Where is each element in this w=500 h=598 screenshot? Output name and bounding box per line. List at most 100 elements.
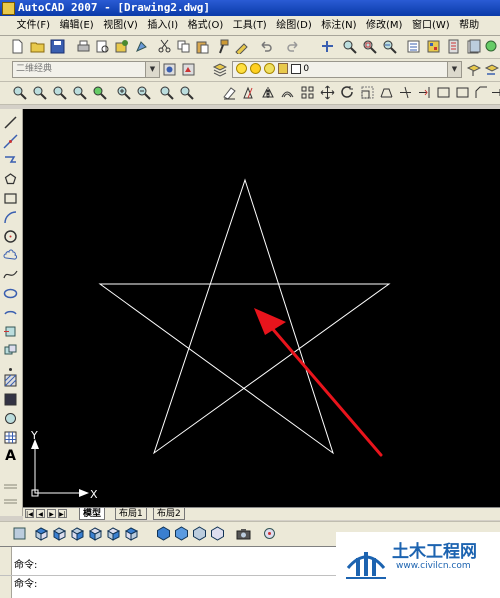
zoom-realtime-icon[interactable]	[342, 39, 357, 54]
tab-layout1[interactable]: 布局1	[115, 508, 147, 520]
layer-properties-icon[interactable]	[212, 62, 227, 77]
zoom-window-icon[interactable]	[12, 85, 27, 100]
menu-window[interactable]: 窗口(W)	[409, 16, 453, 35]
my-workspace-icon[interactable]	[181, 62, 196, 77]
table-icon[interactable]	[3, 430, 18, 445]
circle-icon[interactable]	[3, 229, 18, 244]
cut-icon[interactable]	[157, 39, 172, 54]
zoom-all-icon[interactable]	[159, 85, 174, 100]
paste-icon[interactable]	[195, 39, 210, 54]
print-preview-icon[interactable]	[95, 39, 110, 54]
region-icon[interactable]	[3, 411, 18, 426]
back-view-icon[interactable]	[124, 526, 139, 541]
multiline-text-icon[interactable]: A	[3, 449, 18, 464]
sw-isometric-icon[interactable]	[156, 526, 171, 541]
stretch-icon[interactable]	[379, 85, 394, 100]
offset-icon[interactable]	[280, 85, 295, 100]
layer-previous-icon[interactable]	[484, 62, 499, 77]
break-icon[interactable]	[436, 85, 451, 100]
construction-line-icon[interactable]	[3, 134, 18, 149]
first-tab-icon[interactable]: |◀	[25, 509, 34, 518]
top-view-icon[interactable]	[34, 526, 49, 541]
zoom-extents-icon[interactable]	[179, 85, 194, 100]
mirror-icon[interactable]	[261, 85, 276, 100]
open-file-icon[interactable]	[30, 39, 45, 54]
markup-set-manager-icon[interactable]	[484, 39, 499, 54]
command-input[interactable]: 命令:	[14, 578, 37, 592]
redo-icon[interactable]	[286, 39, 301, 54]
layer-dropdown[interactable]: 0 ▼	[232, 61, 462, 78]
new-file-icon[interactable]	[10, 39, 25, 54]
chamfer-icon[interactable]	[474, 85, 489, 100]
nw-isometric-icon[interactable]	[210, 526, 225, 541]
menu-modify[interactable]: 修改(M)	[363, 16, 405, 35]
left-view-icon[interactable]	[70, 526, 85, 541]
menu-edit[interactable]: 编辑(E)	[57, 16, 97, 35]
copy-icon[interactable]	[176, 39, 191, 54]
spline-icon[interactable]	[3, 267, 18, 282]
fillet-icon[interactable]	[490, 85, 500, 100]
match-properties-icon[interactable]	[215, 39, 230, 54]
autocad-app-icon[interactable]	[2, 2, 15, 15]
publish-icon[interactable]	[114, 39, 129, 54]
print-icon[interactable]	[76, 39, 91, 54]
menu-draw[interactable]: 绘图(D)	[273, 16, 315, 35]
zoom-scale-icon[interactable]	[52, 85, 67, 100]
camera-icon[interactable]	[236, 526, 251, 541]
extend-icon[interactable]	[417, 85, 432, 100]
zoom-in-icon[interactable]	[116, 85, 131, 100]
ellipse-arc-icon[interactable]	[3, 305, 18, 320]
named-views-icon[interactable]	[12, 526, 27, 541]
plot-icon[interactable]	[134, 39, 149, 54]
ne-isometric-icon[interactable]	[192, 526, 207, 541]
chevron-down-icon[interactable]: ▼	[145, 62, 159, 77]
trim-icon[interactable]	[398, 85, 413, 100]
copy-object-icon[interactable]	[242, 85, 257, 100]
workspace-settings-icon[interactable]	[162, 62, 177, 77]
design-center-icon[interactable]	[426, 39, 441, 54]
front-view-icon[interactable]	[106, 526, 121, 541]
make-object-layer-current-icon[interactable]	[466, 62, 481, 77]
menu-format[interactable]: 格式(O)	[185, 16, 227, 35]
zoom-window-icon[interactable]	[362, 39, 377, 54]
menu-view[interactable]: 视图(V)	[100, 16, 141, 35]
polygon-icon[interactable]	[3, 172, 18, 187]
properties-icon[interactable]	[406, 39, 421, 54]
bottom-view-icon[interactable]	[52, 526, 67, 541]
line-icon[interactable]	[3, 115, 18, 130]
tool-palettes-icon[interactable]	[446, 39, 461, 54]
sheet-set-manager-icon[interactable]	[466, 39, 481, 54]
toolbar-grip-icon[interactable]	[3, 480, 18, 495]
se-isometric-icon[interactable]	[174, 526, 189, 541]
gradient-icon[interactable]	[3, 392, 18, 407]
make-block-icon[interactable]	[3, 343, 18, 358]
erase-icon[interactable]	[222, 85, 237, 100]
previous-tab-icon[interactable]: ◀	[36, 509, 45, 518]
zoom-center-icon[interactable]	[72, 85, 87, 100]
zoom-dynamic-icon[interactable]	[32, 85, 47, 100]
zoom-previous-icon[interactable]	[382, 39, 397, 54]
revision-cloud-icon[interactable]	[3, 248, 18, 263]
workspace-dropdown[interactable]: 二维经典 ▼	[12, 61, 160, 78]
insert-block-icon[interactable]	[3, 324, 18, 339]
drawing-canvas[interactable]: Y X	[23, 109, 500, 507]
ellipse-icon[interactable]	[3, 286, 18, 301]
arc-icon[interactable]	[3, 210, 18, 225]
last-tab-icon[interactable]: ▶|	[58, 509, 67, 518]
rotate-icon[interactable]	[340, 85, 355, 100]
array-icon[interactable]	[300, 85, 315, 100]
tab-layout2[interactable]: 布局2	[153, 508, 185, 520]
toolbar-grip-icon[interactable]	[3, 495, 18, 510]
join-icon[interactable]	[455, 85, 470, 100]
scale-icon[interactable]	[360, 85, 375, 100]
zoom-object-icon[interactable]	[92, 85, 107, 100]
undo-icon[interactable]	[258, 39, 273, 54]
chevron-down-icon[interactable]: ▼	[447, 62, 461, 77]
menu-file[interactable]: 文件(F)	[14, 16, 54, 35]
navigation-icon[interactable]	[262, 526, 277, 541]
menu-dimension[interactable]: 标注(N)	[318, 16, 359, 35]
hatch-icon[interactable]	[3, 373, 18, 388]
command-window-grip[interactable]	[0, 547, 12, 598]
pan-realtime-icon[interactable]	[320, 39, 335, 54]
tab-model[interactable]: 模型	[79, 508, 106, 520]
